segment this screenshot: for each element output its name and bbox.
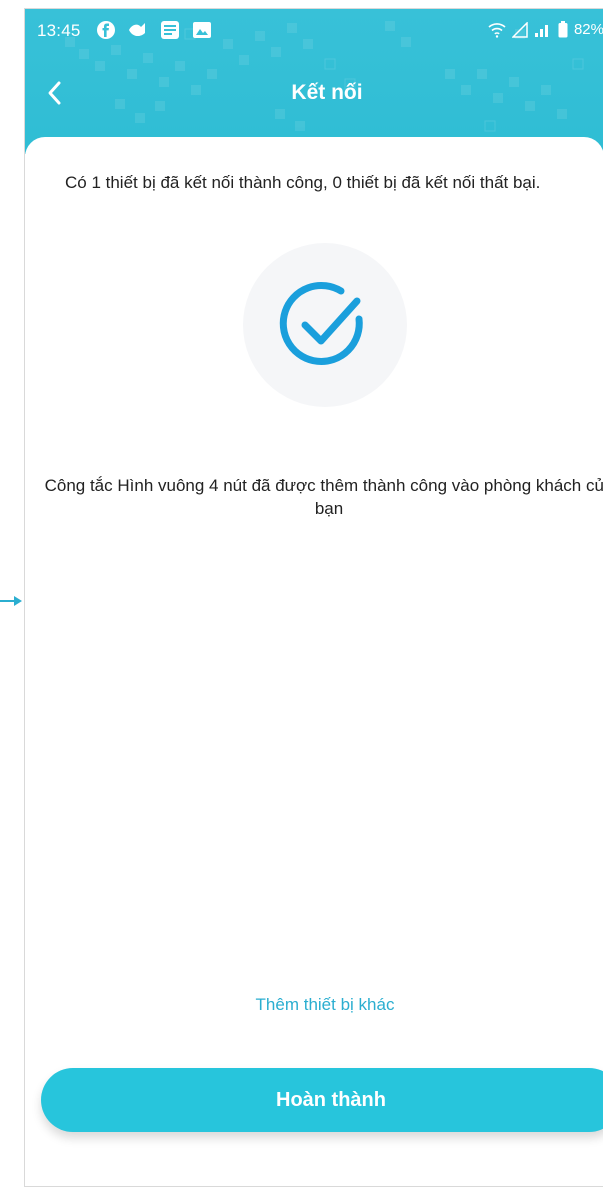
page-title: Kết nối [291,81,363,104]
done-button[interactable]: Hoàn thành [41,1068,603,1132]
gallery-icon [191,19,213,41]
arrow-right-icon [0,596,22,606]
app-icon [127,19,149,41]
status-bar: 13:45 82% [25,9,603,53]
check-circle-icon [279,281,363,365]
screen: 13:45 82% Kết nối Có 1 thiết bị đã kết n… [0,0,603,1195]
facebook-icon [95,19,117,41]
battery-percent: 82% [573,21,603,38]
battery-icon [558,21,568,38]
system-status: 82% [488,21,603,38]
bao-moi-icon [159,19,181,41]
wifi-icon [488,22,506,38]
app-frame: 13:45 82% Kết nối Có 1 thiết bị đã kết n… [24,8,603,1187]
signal-outline-icon [511,21,528,38]
add-another-device-link[interactable]: Thêm thiết bị khác [25,995,603,1015]
signal-icon [534,24,548,37]
header: 13:45 82% Kết nối [25,9,603,154]
success-indicator [243,243,407,407]
success-message: Công tắc Hình vuông 4 nút đã được thêm t… [44,476,603,518]
connection-summary: Có 1 thiết bị đã kết nối thành công, 0 t… [65,173,541,192]
notification-icons [95,19,213,41]
status-time: 13:45 [37,21,81,40]
